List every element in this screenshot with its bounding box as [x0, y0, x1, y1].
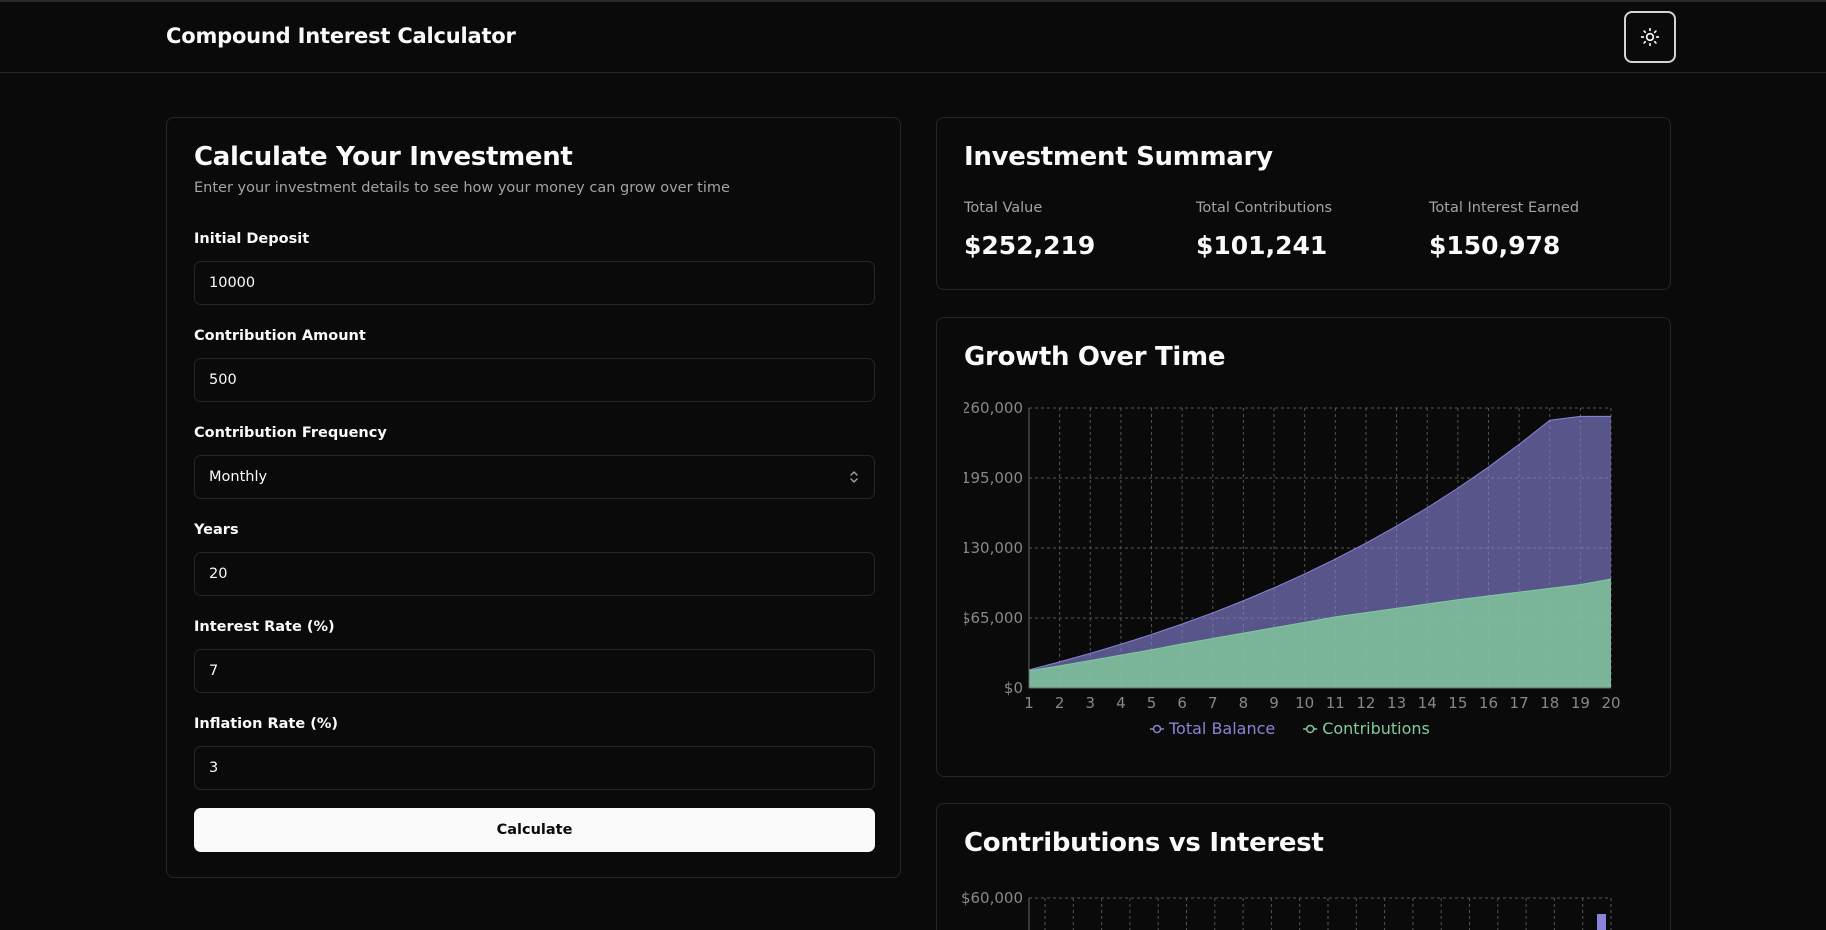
total-contributions-amount: $101,241 — [1196, 231, 1328, 260]
initial-deposit-input[interactable] — [194, 261, 875, 305]
y-tick-label: $65,000 — [961, 609, 1023, 627]
x-tick-label: 19 — [1571, 694, 1590, 712]
contributions-vs-interest-card: Contributions vs Interest $60,000 — [936, 803, 1671, 930]
total-contributions-label: Total Contributions — [1196, 200, 1333, 216]
x-tick-label: 20 — [1601, 694, 1620, 712]
inflation-rate-label: Inflation Rate (%) — [194, 716, 339, 732]
y-tick-label: $60,000 — [961, 889, 1023, 907]
interest-rate-label: Interest Rate (%) — [194, 619, 335, 635]
contribution-amount-input[interactable] — [194, 358, 875, 402]
x-tick-label: 17 — [1510, 694, 1529, 712]
form-title: Calculate Your Investment — [194, 142, 573, 172]
x-tick-label: 7 — [1208, 694, 1218, 712]
x-tick-label: 12 — [1356, 694, 1375, 712]
x-tick-label: 9 — [1269, 694, 1279, 712]
app-title: Compound Interest Calculator — [166, 24, 516, 48]
initial-deposit-label: Initial Deposit — [194, 231, 310, 247]
x-tick-label: 5 — [1147, 694, 1157, 712]
y-tick-labels: $0 $65,000 $130,000 $195,000 $260,000 — [951, 399, 1023, 697]
years-input[interactable] — [194, 552, 875, 596]
total-value-amount: $252,219 — [964, 231, 1096, 260]
total-value-label: Total Value — [964, 200, 1043, 216]
legend-label-total-balance: Total Balance — [1168, 719, 1275, 738]
x-tick-label: 14 — [1418, 694, 1437, 712]
growth-title: Growth Over Time — [964, 342, 1226, 372]
x-tick-label: 16 — [1479, 694, 1498, 712]
x-tick-label: 3 — [1085, 694, 1095, 712]
cvi-title: Contributions vs Interest — [964, 828, 1324, 858]
theme-toggle-button[interactable] — [1624, 11, 1676, 63]
x-tick-label: 6 — [1177, 694, 1187, 712]
x-tick-label: 18 — [1540, 694, 1559, 712]
x-tick-label: 15 — [1448, 694, 1467, 712]
x-tick-label: 13 — [1387, 694, 1406, 712]
interest-rate-input[interactable] — [194, 649, 875, 693]
investment-form-card: Calculate Your Investment Enter your inv… — [166, 117, 901, 878]
x-tick-label: 8 — [1239, 694, 1249, 712]
x-tick-label: 10 — [1295, 694, 1314, 712]
y-tick-label: $195,000 — [951, 469, 1023, 487]
growth-area-chart: $0$65,000$130,000$195,000$260,0001 2 3 4 5 6 7… — [951, 399, 1621, 738]
contribution-frequency-value: Monthly — [209, 469, 268, 485]
form-subtitle: Enter your investment details to see how… — [194, 180, 730, 196]
growth-chart-card: Growth Over Time $0 $65,000 $130,000 $195,0… — [936, 317, 1671, 777]
investment-summary-card: Investment Summary Total Value $252,219 … — [936, 117, 1671, 290]
sun-icon — [1640, 27, 1660, 47]
total-interest-amount: $150,978 — [1429, 231, 1561, 260]
x-tick-label: 4 — [1116, 694, 1126, 712]
years-label: Years — [194, 522, 239, 538]
inflation-rate-input[interactable] — [194, 746, 875, 790]
legend-label-contributions: Contributions — [1322, 719, 1430, 738]
legend-dot-total-balance — [1152, 724, 1162, 734]
chevrons-up-down-icon — [850, 471, 858, 483]
contribution-frequency-label: Contribution Frequency — [194, 425, 387, 441]
contribution-amount-label: Contribution Amount — [194, 328, 366, 344]
y-tick-label: $260,000 — [951, 399, 1023, 417]
y-tick-label: $0 — [1004, 679, 1023, 697]
total-interest-label: Total Interest Earned — [1429, 200, 1580, 216]
bar-interest — [1597, 914, 1606, 930]
legend-dot-contributions — [1305, 724, 1315, 734]
summary-title: Investment Summary — [964, 142, 1273, 172]
contributions-vs-interest-chart: $60,000 — [961, 889, 1612, 930]
x-tick-label: 1 — [1024, 694, 1034, 712]
x-tick-label: 11 — [1326, 694, 1345, 712]
y-tick-label: $130,000 — [951, 539, 1023, 557]
calculate-button[interactable]: Calculate — [194, 808, 875, 852]
x-tick-label: 2 — [1055, 694, 1065, 712]
contribution-frequency-select[interactable]: Monthly — [194, 455, 875, 499]
app-header: Compound Interest Calculator — [0, 2, 1826, 73]
